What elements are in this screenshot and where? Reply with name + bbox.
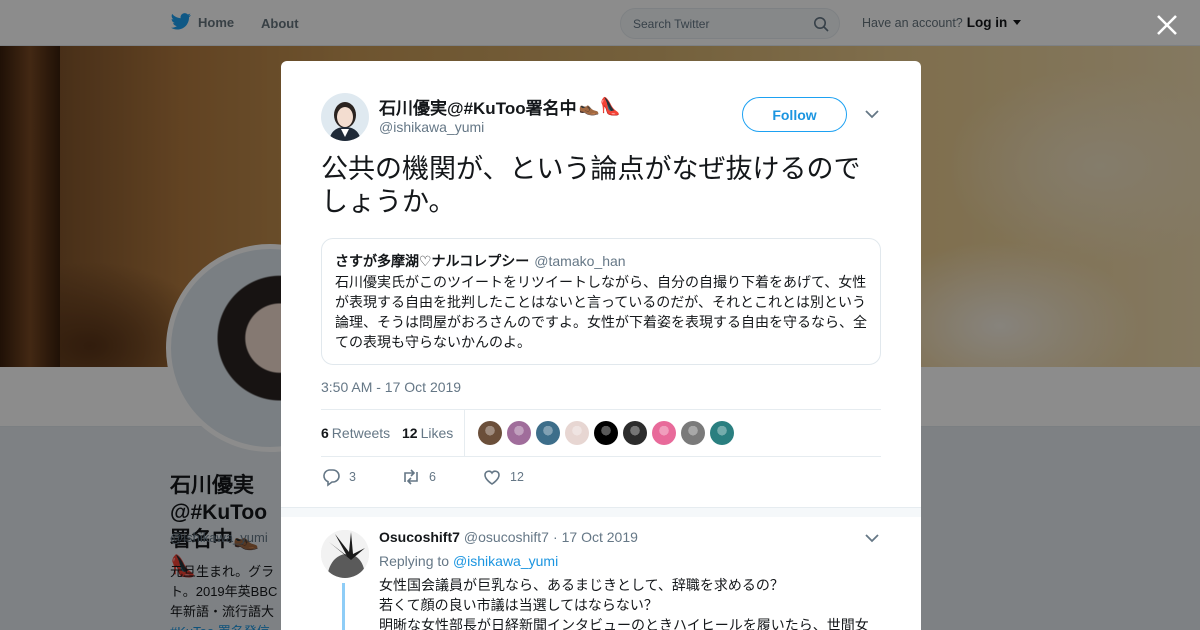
reply-author-handle[interactable]: @osucoshift7 [464,529,549,545]
replying-to: Replying to @ishikawa_yumi [379,553,558,569]
likes-label: Likes [420,425,454,441]
quoted-tweet-header: さすが多摩湖♡ナルコレプシー @tamako_han [335,251,867,271]
close-icon[interactable] [1154,12,1180,38]
shoes-icon: 👞👠 [578,96,621,116]
author-name-text: 石川優実@#KuToo署名中 [379,99,577,118]
liker-avatar[interactable] [565,421,589,445]
reply-date[interactable]: 17 Oct 2019 [562,529,638,545]
liker-avatar[interactable] [507,421,531,445]
retweets-count: 6 [321,425,329,441]
retweets-label: Retweets [331,425,391,441]
reply-avatar-image [321,530,369,578]
liker-avatar[interactable] [536,421,560,445]
author-avatar-image [321,93,369,141]
like-button[interactable]: 12 [482,467,524,487]
replying-prefix: Replying to [379,553,450,569]
reply-author-name[interactable]: Osucoshift7 [379,529,460,545]
replies-divider [281,507,921,517]
tweet-timestamp[interactable]: 3:50 AM - 17 Oct 2019 [321,379,461,395]
heart-icon [484,470,500,485]
tweet-stats: 6 Retweets 12 Likes [321,409,881,457]
reply-separator: · [552,529,558,545]
reply-text-line: 女性国会議員が巨乳なら、あるまじきとして、辞職を求めるの？ [379,577,784,593]
stats-divider [464,410,465,457]
liker-avatar[interactable] [710,421,734,445]
liker-avatar[interactable] [478,421,502,445]
tweet-modal: 石川優実@#KuToo署名中 👞👠 @ishikawa_yumi Follow … [281,61,921,630]
reply-icon [323,469,340,487]
retweets-stat[interactable]: 6 Retweets [321,425,390,441]
reply-count: 3 [349,470,356,484]
thread-line [342,583,345,630]
quoted-tweet[interactable]: さすが多摩湖♡ナルコレプシー @tamako_han 石川優実氏がこのツイートを… [321,238,881,365]
reply-text-line: 若くて顔の良い市議は当選してはならない？ [379,597,658,613]
tweet-text: 公共の機関が、という論点がなぜ抜けるのでしょうか。 [321,154,861,217]
author-name[interactable]: 石川優実@#KuToo署名中 👞👠 [379,94,621,119]
follow-button[interactable]: Follow [742,97,847,132]
liker-avatar[interactable] [594,421,618,445]
like-count: 12 [510,470,524,484]
quoted-author-handle: @tamako_han [534,253,626,269]
retweet-count: 6 [429,470,436,484]
likes-stat[interactable]: 12 Likes [402,425,453,441]
quoted-author-name: さすが多摩湖♡ナルコレプシー [335,253,530,269]
replying-to-link[interactable]: @ishikawa_yumi [453,553,558,569]
author-handle[interactable]: @ishikawa_yumi [379,119,484,135]
chevron-down-icon[interactable] [865,109,879,119]
liker-avatars [478,421,734,445]
quoted-tweet-text: 石川優実氏がこのツイートをリツイートしながら、自分の自撮り下着をあげて、女性が表… [335,274,867,350]
reply-header: Osucoshift7 @osucoshift7 · 17 Oct 2019 [379,529,638,545]
author-avatar[interactable] [321,93,369,141]
likes-count: 12 [402,425,418,441]
reply-button[interactable]: 3 [321,467,356,487]
chevron-down-icon[interactable] [865,533,879,543]
reply-text-line: 明晰な女性部長が日経新聞インタビューのときハイヒールを履いたら、世間女 [379,617,869,630]
liker-avatar[interactable] [623,421,647,445]
reply-author-avatar[interactable] [321,530,369,578]
reply-text: 女性国会議員が巨乳なら、あるまじきとして、辞職を求めるの？ 若くて顔の良い市議は… [379,575,879,630]
retweet-icon [404,469,418,485]
liker-avatar[interactable] [681,421,705,445]
liker-avatar[interactable] [652,421,676,445]
retweet-button[interactable]: 6 [401,467,436,487]
